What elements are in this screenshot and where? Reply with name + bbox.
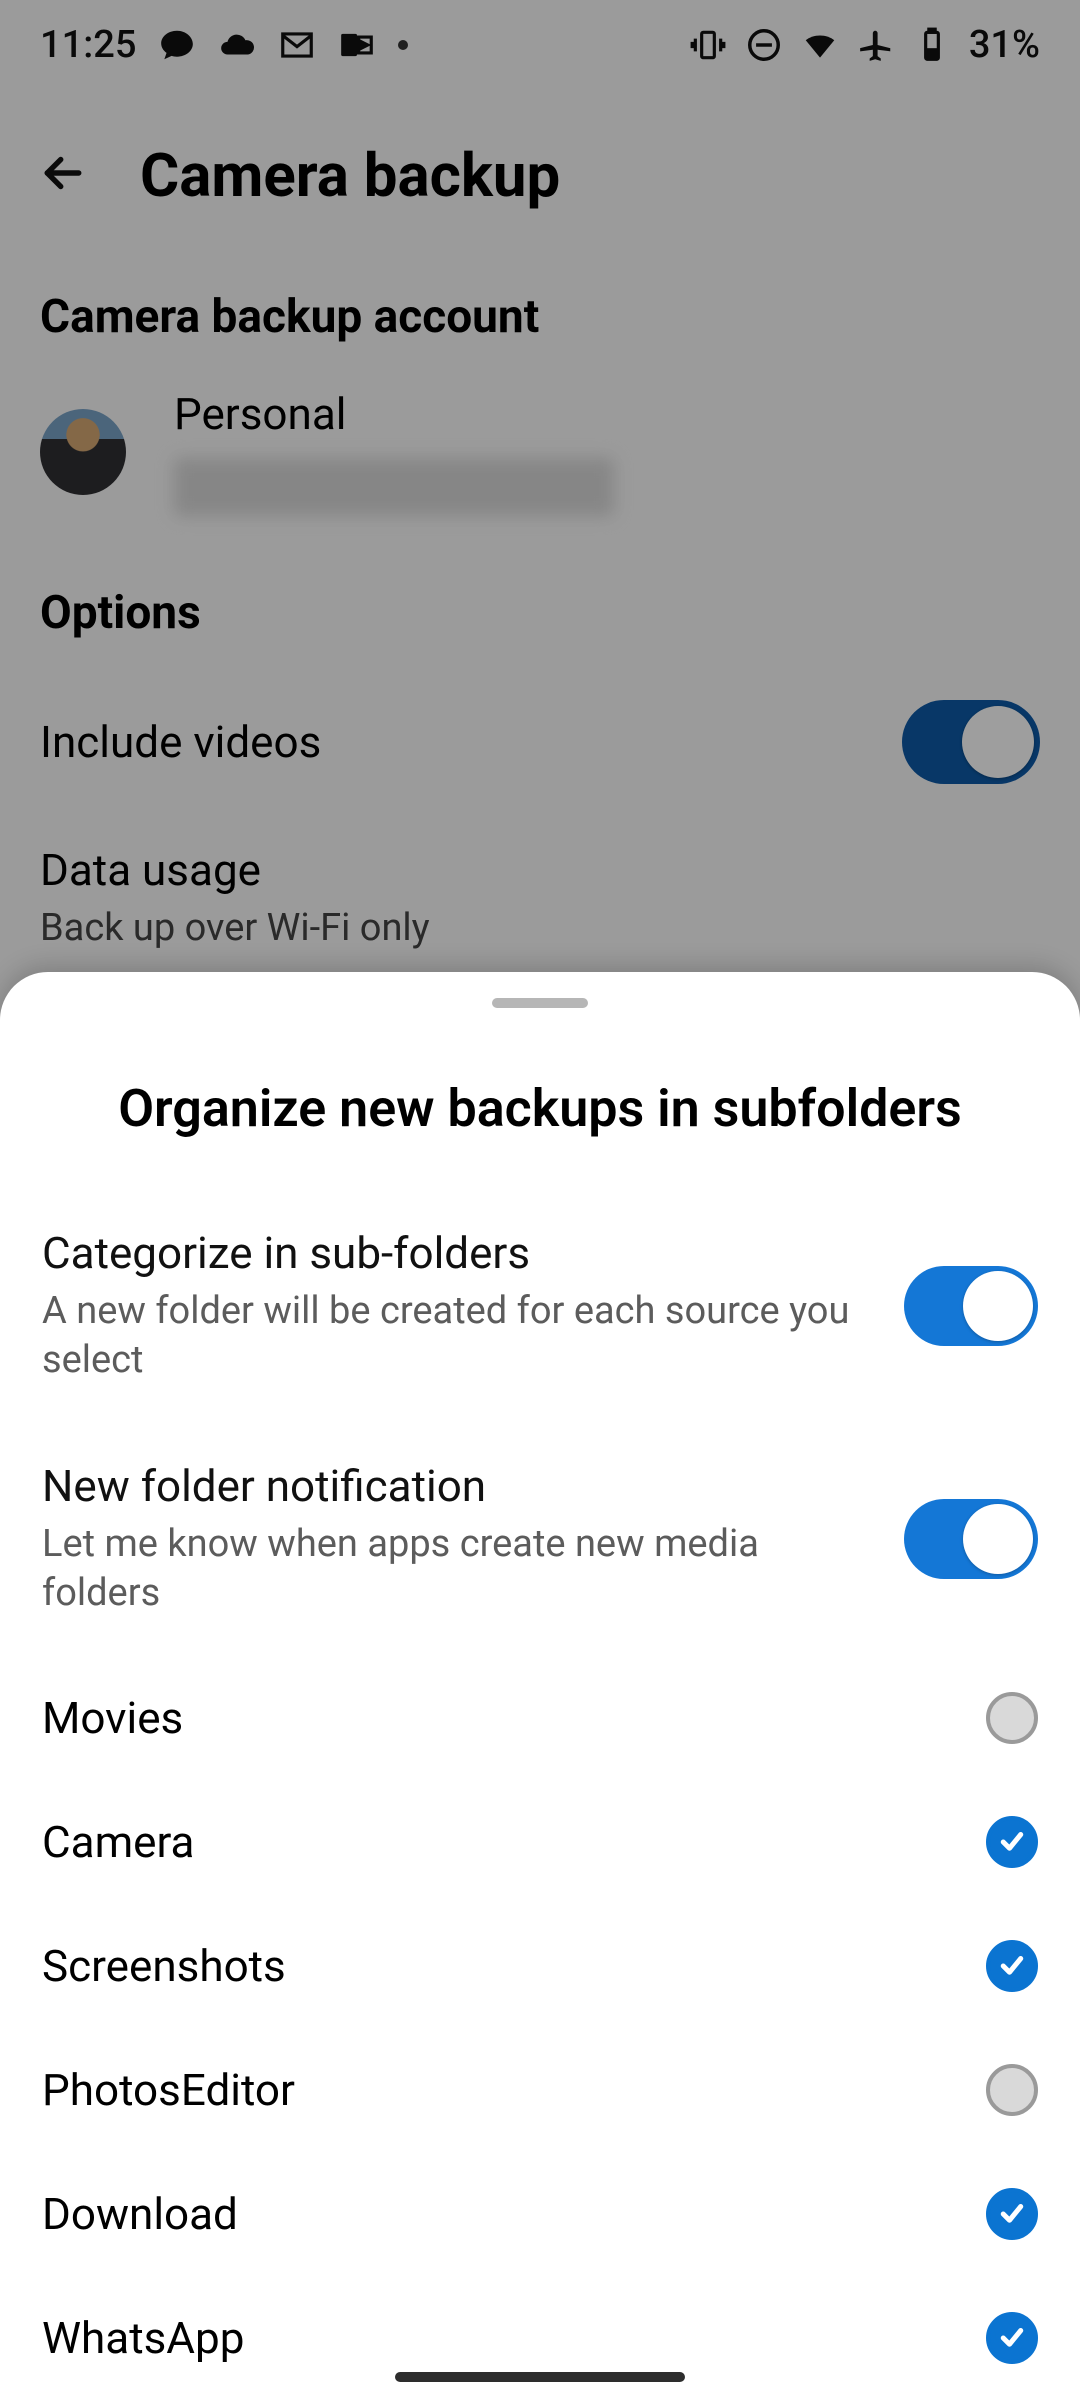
cloud-icon xyxy=(218,26,256,64)
organize-subfolders-sheet: Organize new backups in subfolders Categ… xyxy=(0,972,1080,2400)
status-bar: 11:25 xyxy=(0,0,1080,90)
data-usage-sub: Back up over Wi-Fi only xyxy=(40,906,430,950)
folder-row-camera[interactable]: Camera xyxy=(0,1780,1080,1904)
app-bar: Camera backup xyxy=(0,90,1080,260)
folder-name: PhotosEditor xyxy=(42,2064,295,2116)
account-email-redacted xyxy=(174,458,614,516)
folder-row-screenshots[interactable]: Screenshots xyxy=(0,1904,1080,2028)
include-videos-label: Include videos xyxy=(40,716,321,768)
sheet-title: Organize new backups in subfolders xyxy=(0,1008,1080,1189)
notify-row[interactable]: New folder notification Let me know when… xyxy=(0,1422,1080,1655)
dnd-icon xyxy=(745,26,783,64)
categorize-toggle[interactable] xyxy=(904,1266,1038,1346)
back-icon[interactable] xyxy=(36,146,90,204)
folder-check-on[interactable] xyxy=(986,2312,1038,2364)
mail-icon xyxy=(278,26,316,64)
folder-check-off[interactable] xyxy=(986,1692,1038,1744)
account-section-title: Camera backup account xyxy=(0,260,1080,374)
folder-check-on[interactable] xyxy=(986,1816,1038,1868)
categorize-sub: A new folder will be created for each so… xyxy=(42,1287,864,1384)
categorize-title: Categorize in sub-folders xyxy=(42,1227,864,1279)
data-usage-row[interactable]: Data usage Back up over Wi-Fi only xyxy=(0,814,1080,980)
sheet-grabber[interactable] xyxy=(492,998,588,1008)
notify-toggle[interactable] xyxy=(904,1499,1038,1579)
notification-dot-icon xyxy=(398,40,408,50)
folder-row-download[interactable]: Download xyxy=(0,2152,1080,2276)
folder-name: WhatsApp xyxy=(42,2312,244,2364)
page-title: Camera backup xyxy=(140,140,560,211)
folder-check-on[interactable] xyxy=(986,2188,1038,2240)
folder-name: Download xyxy=(42,2188,238,2240)
airplane-icon xyxy=(857,26,895,64)
folder-name: Screenshots xyxy=(42,1940,286,1992)
folder-name: Movies xyxy=(42,1692,183,1744)
vibrate-icon xyxy=(689,26,727,64)
notify-sub: Let me know when apps create new media f… xyxy=(42,1520,864,1617)
outlook-icon xyxy=(338,26,376,64)
avatar xyxy=(40,409,126,495)
folder-check-on[interactable] xyxy=(986,1940,1038,1992)
data-usage-title: Data usage xyxy=(40,844,261,896)
account-label: Personal xyxy=(174,388,614,440)
notify-title: New folder notification xyxy=(42,1460,864,1512)
folder-check-off[interactable] xyxy=(986,2064,1038,2116)
include-videos-toggle[interactable] xyxy=(902,700,1040,784)
folder-row-movies[interactable]: Movies xyxy=(0,1656,1080,1780)
categorize-row[interactable]: Categorize in sub-folders A new folder w… xyxy=(0,1189,1080,1422)
include-videos-row[interactable]: Include videos xyxy=(0,670,1080,814)
nav-indicator[interactable] xyxy=(395,2372,685,2382)
chat-icon xyxy=(158,26,196,64)
account-row[interactable]: Personal xyxy=(0,374,1080,556)
wifi-icon xyxy=(801,26,839,64)
options-section-title: Options xyxy=(0,556,1080,670)
folder-row-photoseditor[interactable]: PhotosEditor xyxy=(0,2028,1080,2152)
battery-text: 31% xyxy=(969,23,1040,67)
folder-name: Camera xyxy=(42,1816,194,1868)
status-time: 11:25 xyxy=(40,23,136,67)
battery-icon xyxy=(913,26,951,64)
